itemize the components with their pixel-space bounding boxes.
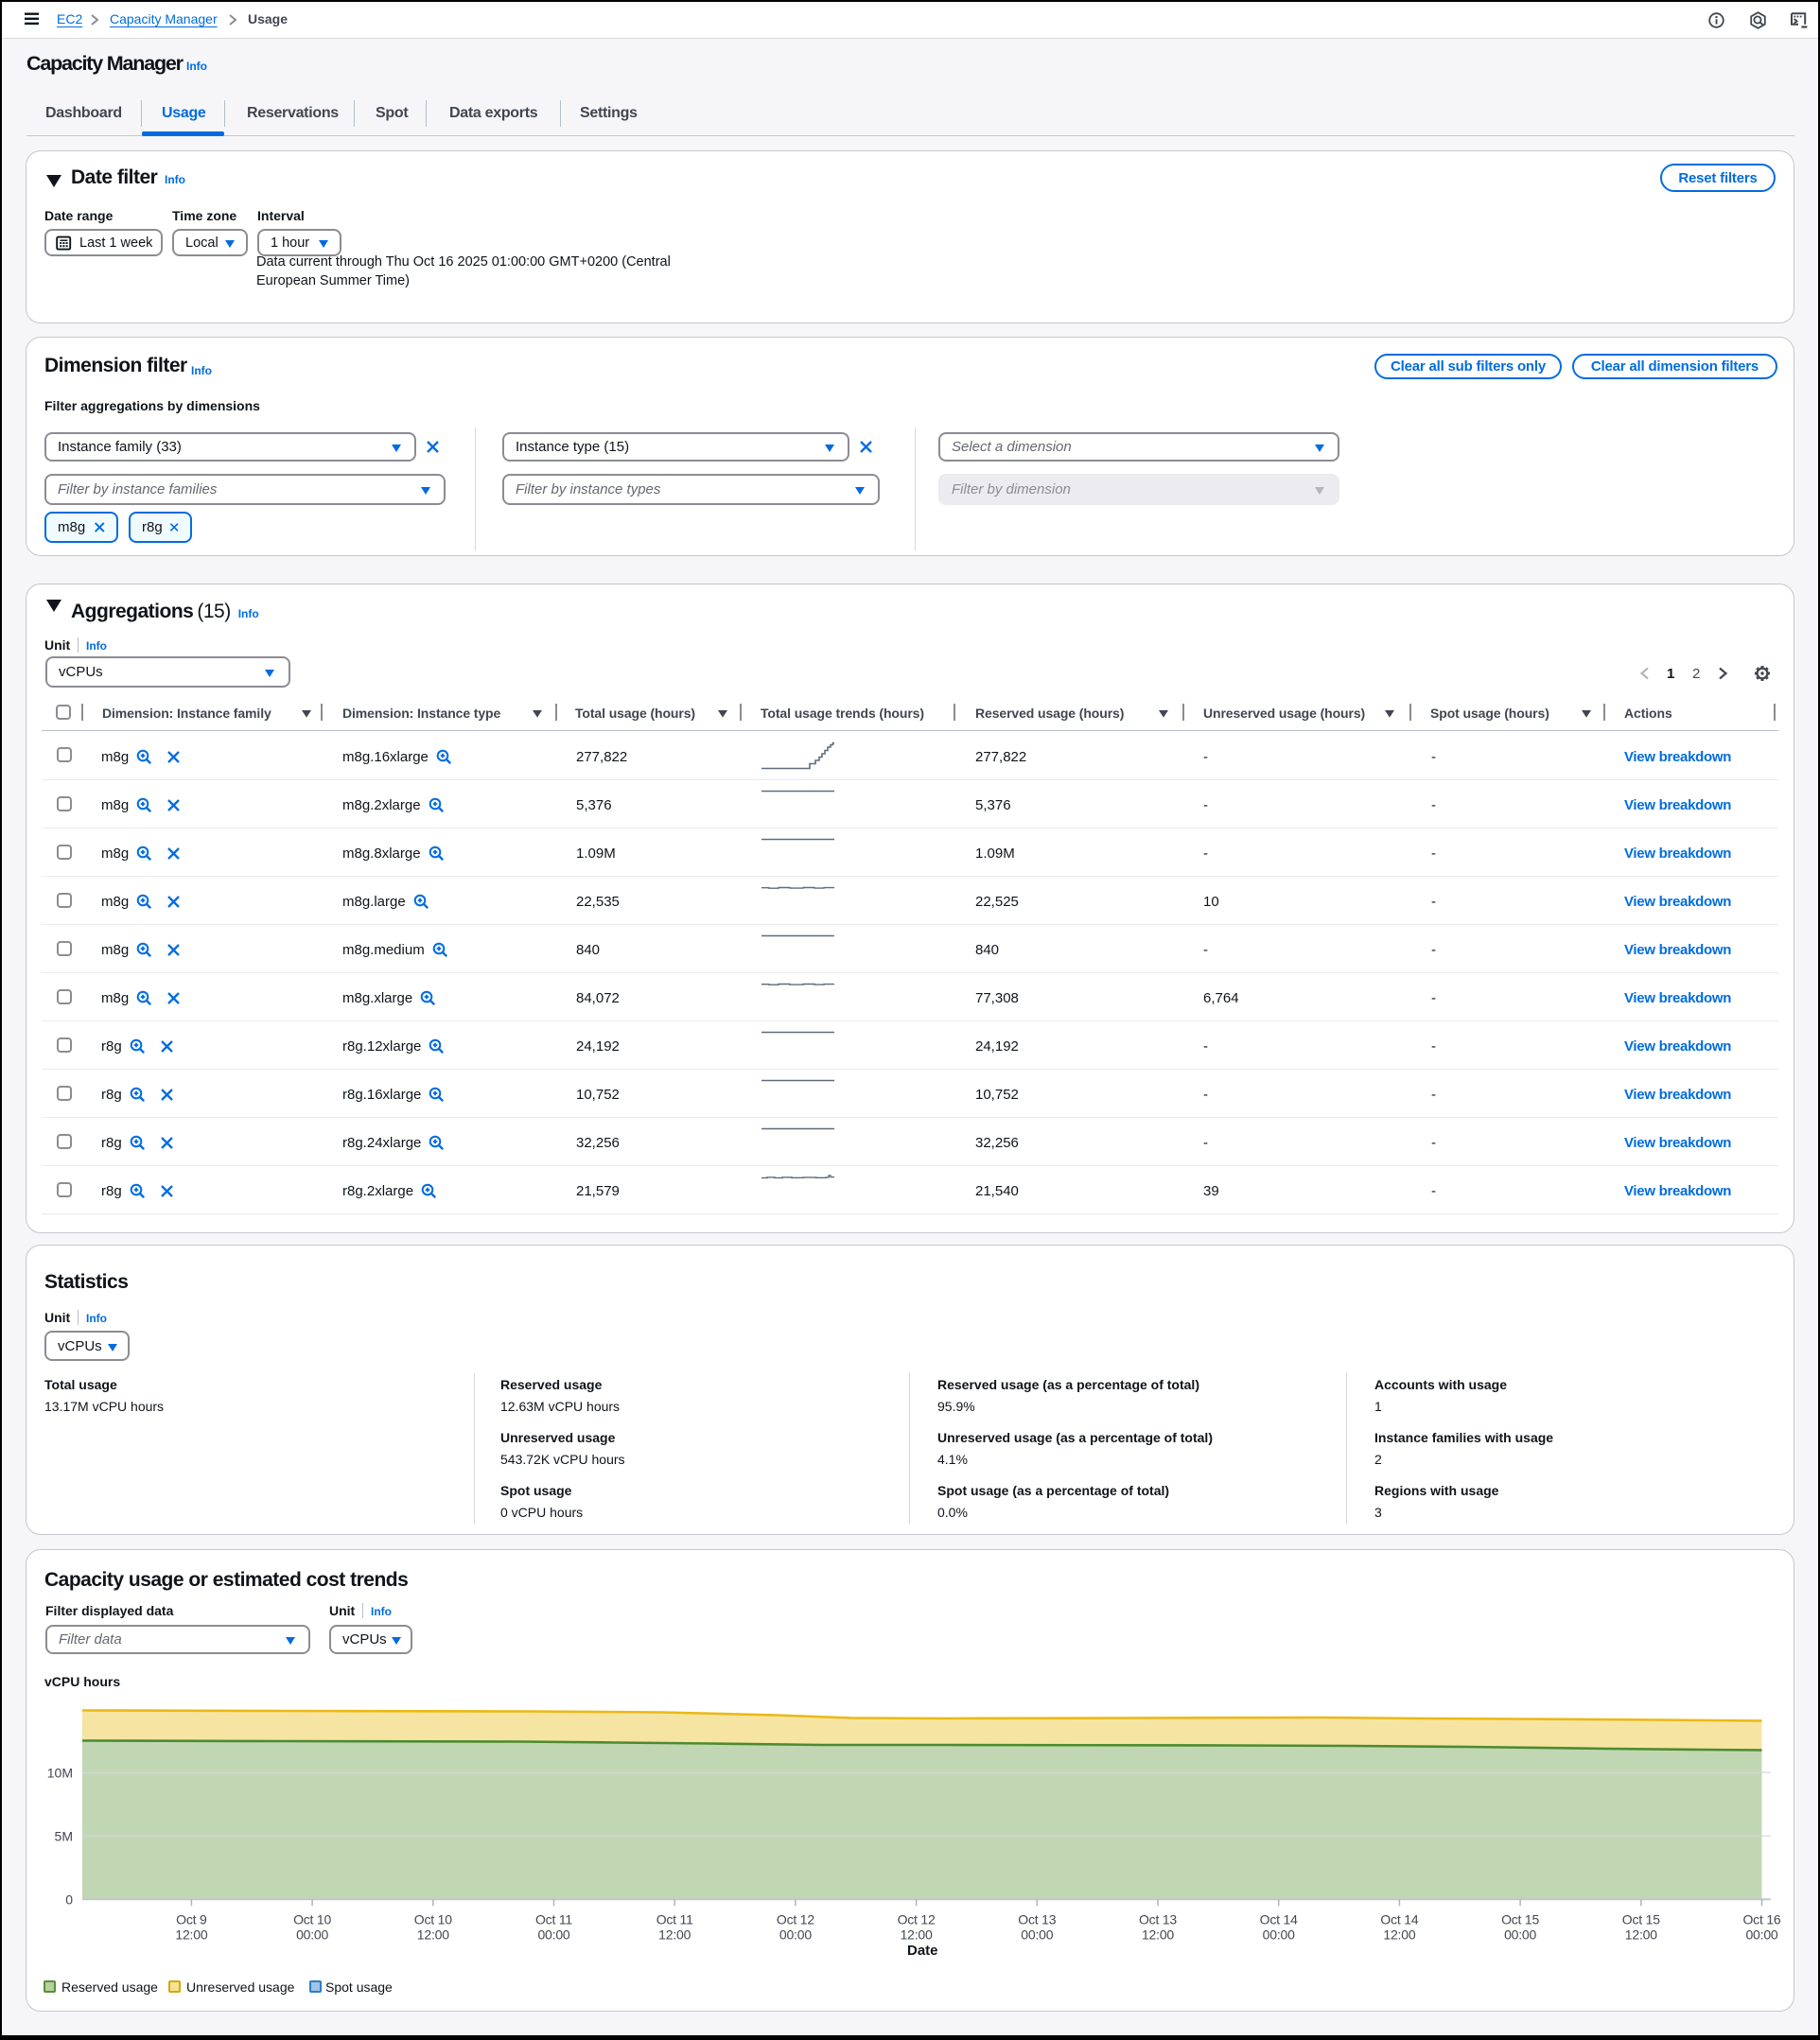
svg-text:Oct 13: Oct 13 xyxy=(1018,1912,1056,1927)
svg-text:Oct 9: Oct 9 xyxy=(176,1912,207,1927)
svg-text:12:00: 12:00 xyxy=(1625,1927,1657,1943)
svg-text:Oct 15: Oct 15 xyxy=(1622,1912,1660,1927)
svg-text:Oct 12: Oct 12 xyxy=(777,1912,814,1927)
svg-text:Oct 10: Oct 10 xyxy=(414,1912,452,1927)
svg-text:Oct 13: Oct 13 xyxy=(1139,1912,1177,1927)
svg-text:Oct 11: Oct 11 xyxy=(535,1912,572,1927)
svg-text:12:00: 12:00 xyxy=(901,1927,933,1943)
svg-text:Oct 14: Oct 14 xyxy=(1380,1912,1418,1927)
svg-text:12:00: 12:00 xyxy=(658,1927,691,1943)
svg-text:Oct 11: Oct 11 xyxy=(656,1912,693,1927)
svg-text:12:00: 12:00 xyxy=(1142,1927,1174,1943)
svg-text:12:00: 12:00 xyxy=(175,1927,207,1943)
svg-text:00:00: 00:00 xyxy=(1745,1927,1777,1943)
svg-text:Oct 16: Oct 16 xyxy=(1742,1912,1780,1927)
svg-text:00:00: 00:00 xyxy=(537,1927,569,1943)
svg-text:00:00: 00:00 xyxy=(296,1927,328,1943)
svg-text:10M: 10M xyxy=(47,1766,73,1781)
svg-text:Oct 10: Oct 10 xyxy=(293,1912,331,1927)
svg-text:Oct 14: Oct 14 xyxy=(1260,1912,1298,1927)
svg-text:Oct 12: Oct 12 xyxy=(898,1912,936,1927)
svg-text:5M: 5M xyxy=(55,1829,73,1844)
svg-text:12:00: 12:00 xyxy=(417,1927,449,1943)
svg-text:00:00: 00:00 xyxy=(779,1927,812,1943)
svg-text:Oct 15: Oct 15 xyxy=(1501,1912,1539,1927)
svg-text:00:00: 00:00 xyxy=(1263,1927,1295,1943)
svg-text:00:00: 00:00 xyxy=(1021,1927,1053,1943)
svg-text:00:00: 00:00 xyxy=(1504,1927,1536,1943)
svg-text:12:00: 12:00 xyxy=(1383,1927,1415,1943)
svg-text:0: 0 xyxy=(65,1892,73,1908)
